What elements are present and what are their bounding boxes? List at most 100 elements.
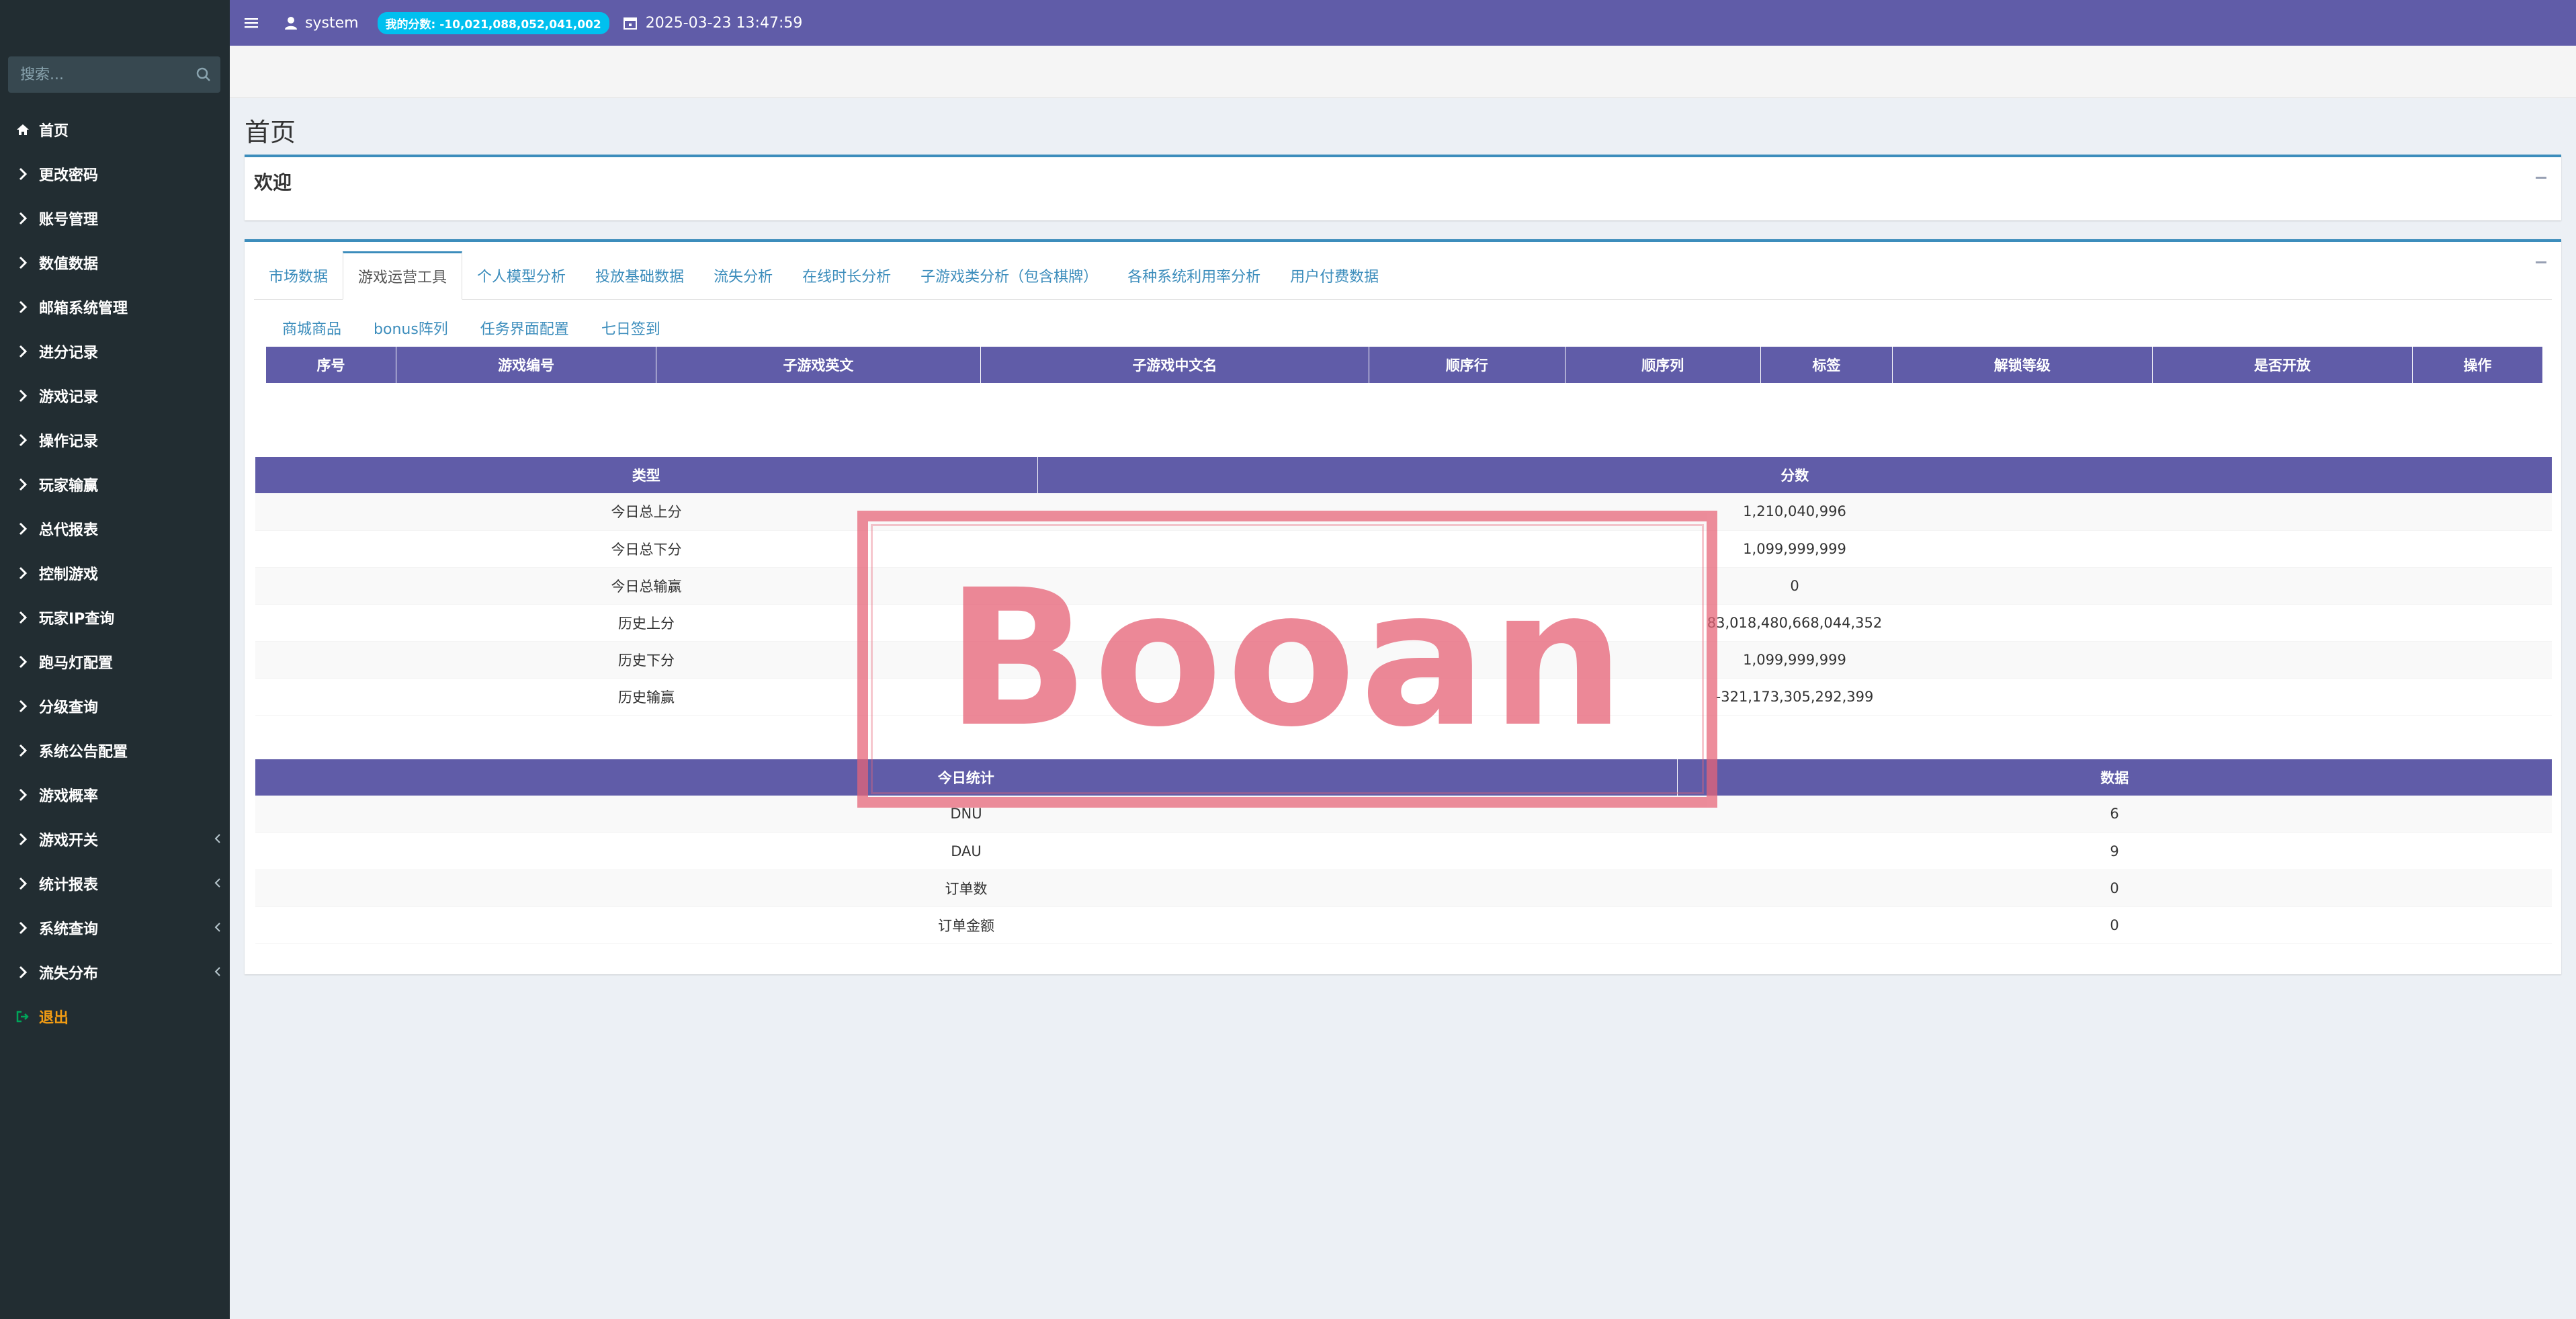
chevron-right-icon (15, 742, 31, 759)
user-icon (284, 15, 298, 30)
sidebar-item-label: 控制游戏 (39, 566, 99, 583)
logout-label: 退出 (39, 1010, 69, 1027)
sidebar-item-7[interactable]: 操作记录 (0, 418, 230, 462)
column-header: 数据 (1677, 759, 2552, 796)
chevron-right-icon (15, 166, 31, 182)
sidebar-item-1[interactable]: 更改密码 (0, 152, 230, 196)
sidebar-item-label: 系统查询 (39, 921, 99, 938)
chevron-left-icon (211, 832, 224, 845)
column-header: 解锁等级 (1892, 347, 2153, 383)
sidebar-search (8, 56, 220, 93)
chevron-right-icon (15, 964, 31, 980)
tab-0[interactable]: 市场数据 (254, 251, 343, 300)
game-table: 序号 游戏编号 子游戏英文 子游戏中文名 顺序行 顺序列 标签 解锁等级 是否开放 操作 (266, 347, 2542, 383)
column-header: 是否开放 (2152, 347, 2413, 383)
chevron-left-icon (211, 876, 224, 890)
sidebar-item-label: 首页 (39, 123, 69, 140)
welcome-title: 欢迎 (254, 171, 292, 194)
column-header: 序号 (266, 347, 397, 383)
search-icon[interactable] (195, 66, 212, 83)
welcome-box: 欢迎 (245, 155, 2561, 220)
sidebar-item-19[interactable]: 流失分布 (0, 950, 230, 994)
chevron-right-icon (15, 343, 31, 359)
column-header: 类型 (255, 457, 1038, 493)
table-row: 订单数 0 (255, 869, 2552, 907)
current-datetime: 2025-03-23 13:47:59 (645, 14, 803, 32)
sidebar-item-6[interactable]: 游戏记录 (0, 374, 230, 418)
hamburger-icon[interactable] (243, 15, 259, 31)
chevron-right-icon (15, 609, 31, 626)
tab-6[interactable]: 子游戏类分析（包含棋牌） (906, 251, 1113, 300)
tab-1[interactable]: 游戏运营工具 (343, 251, 463, 300)
sidebar-item-label: 系统公告配置 (39, 744, 128, 761)
chevron-right-icon (15, 299, 31, 315)
column-header: 子游戏英文 (656, 347, 981, 383)
sidebar-item-14[interactable]: 系统公告配置 (0, 728, 230, 773)
logout-item[interactable]: 退出 (0, 994, 230, 1039)
sidebar-item-label: 进分记录 (39, 345, 99, 361)
sidebar-item-label: 跑马灯配置 (39, 655, 114, 672)
sidebar-item-4[interactable]: 邮箱系统管理 (0, 285, 230, 329)
chevron-right-icon (15, 210, 31, 226)
sidebar-item-label: 邮箱系统管理 (39, 300, 128, 317)
username[interactable]: system (305, 15, 359, 32)
page-title: 首页 (245, 118, 296, 147)
sidebar-item-8[interactable]: 玩家输赢 (0, 462, 230, 507)
main-tabs: 市场数据 游戏运营工具 个人模型分析 投放基础数据 流失分析 在线时长分析 子游戏类分析（包… (254, 251, 2552, 300)
sidebar-item-5[interactable]: 进分记录 (0, 329, 230, 374)
sidebar-item-9[interactable]: 总代报表 (0, 507, 230, 551)
sidebar-item-label: 游戏概率 (39, 788, 99, 805)
sign-out-icon (15, 1009, 31, 1025)
chevron-right-icon (15, 388, 31, 404)
subtab-3[interactable]: 七日签到 (585, 309, 677, 347)
chevron-left-icon (211, 965, 224, 978)
tab-5[interactable]: 在线时长分析 (787, 251, 906, 300)
subtab-1[interactable]: bonus阵列 (357, 309, 464, 347)
sidebar-item-2[interactable]: 账号管理 (0, 196, 230, 241)
sidebar-item-label: 统计报表 (39, 877, 99, 894)
table-row: 订单金额 0 (255, 906, 2552, 944)
tab-2[interactable]: 个人模型分析 (462, 251, 581, 300)
table-cell: DAU (255, 833, 1677, 870)
sidebar-item-label: 玩家IP查询 (39, 611, 115, 628)
sub-tabs: 商城商品 bonus阵列 任务界面配置 七日签到 (266, 309, 677, 347)
sidebar-item-18[interactable]: 系统查询 (0, 906, 230, 950)
sidebar: 首页更改密码账号管理数值数据邮箱系统管理进分记录游戏记录操作记录玩家输赢总代报表… (0, 0, 230, 1319)
chevron-right-icon (15, 920, 31, 936)
column-header: 游戏编号 (396, 347, 657, 383)
sidebar-item-13[interactable]: 分级查询 (0, 684, 230, 728)
sidebar-item-10[interactable]: 控制游戏 (0, 551, 230, 595)
search-input[interactable] (8, 56, 183, 93)
sidebar-item-16[interactable]: 游戏开关 (0, 817, 230, 861)
sidebar-item-label: 游戏记录 (39, 389, 99, 406)
chevron-right-icon (15, 565, 31, 581)
tab-7[interactable]: 各种系统利用率分析 (1113, 251, 1275, 300)
table-cell: 订单数 (255, 869, 1677, 907)
sidebar-item-0[interactable]: 首页 (0, 108, 230, 152)
sidebar-item-12[interactable]: 跑马灯配置 (0, 640, 230, 684)
sidebar-item-label: 玩家输赢 (39, 478, 99, 495)
sidebar-item-label: 账号管理 (39, 212, 99, 228)
column-header: 分数 (1037, 457, 2552, 493)
sidebar-item-label: 流失分布 (39, 966, 99, 982)
sidebar-item-15[interactable]: 游戏概率 (0, 773, 230, 817)
calendar-icon (623, 15, 638, 30)
sidebar-item-3[interactable]: 数值数据 (0, 241, 230, 285)
sidebar-item-11[interactable]: 玩家IP查询 (0, 595, 230, 640)
sidebar-item-17[interactable]: 统计报表 (0, 861, 230, 906)
column-header: 顺序列 (1565, 347, 1761, 383)
table-cell: 订单金额 (255, 906, 1677, 944)
tab-8[interactable]: 用户付费数据 (1275, 251, 1393, 300)
subtab-2[interactable]: 任务界面配置 (464, 309, 585, 347)
collapse-icon[interactable] (2533, 169, 2549, 185)
top-header: system 我的分数: -10,021,088,052,041,002 202… (230, 0, 2576, 46)
chevron-right-icon (15, 698, 31, 714)
table-cell: 0 (1677, 906, 2552, 944)
score-badge: 我的分数: -10,021,088,052,041,002 (377, 11, 609, 34)
tab-4[interactable]: 流失分析 (699, 251, 787, 300)
watermark-text: Booan (945, 550, 1629, 769)
chevron-right-icon (15, 521, 31, 537)
sidebar-menu: 首页更改密码账号管理数值数据邮箱系统管理 进分记录游戏记录操作记录玩家输赢总代报表… (0, 108, 230, 1039)
subtab-0[interactable]: 商城商品 (266, 309, 357, 347)
tab-3[interactable]: 投放基础数据 (581, 251, 699, 300)
